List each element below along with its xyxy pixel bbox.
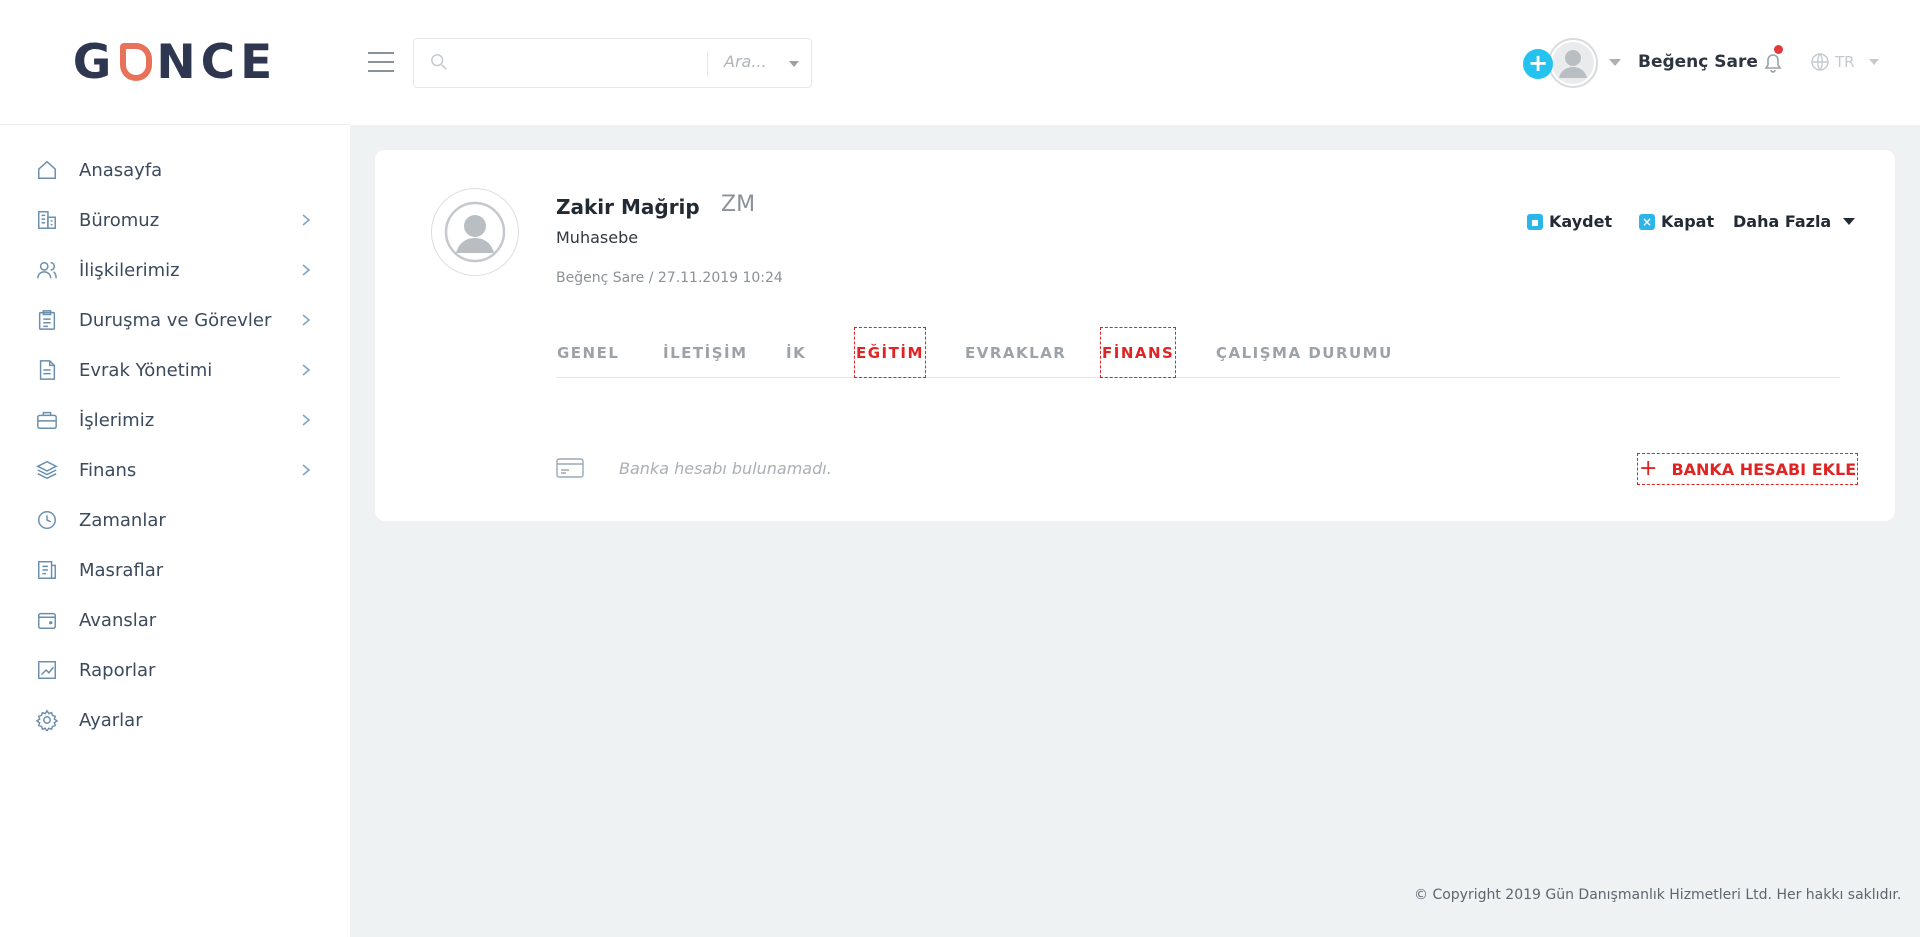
save-label: Kaydet xyxy=(1549,212,1613,231)
tab-ik[interactable]: İK xyxy=(785,327,807,378)
receipt-icon xyxy=(36,559,58,581)
tab-genel[interactable]: GENEL xyxy=(556,327,620,378)
sidebar-item-label: Evrak Yönetimi xyxy=(79,359,213,381)
bell-icon[interactable] xyxy=(1762,50,1784,74)
search-input[interactable] xyxy=(458,49,688,77)
sidebar-item-masraflar[interactable]: Masraflar xyxy=(0,545,350,595)
quick-add-button[interactable]: + xyxy=(1523,49,1553,79)
sidebar-item-label: Anasayfa xyxy=(79,159,163,181)
briefcase-icon xyxy=(36,409,58,431)
sidebar-item-label: Duruşma ve Görevler xyxy=(79,309,272,331)
logo-area: G NCE xyxy=(0,0,350,125)
credit-card-icon xyxy=(556,458,584,478)
caret-down-icon xyxy=(1843,218,1856,225)
tab-calisma-durumu[interactable]: ÇALIŞMA DURUMU xyxy=(1215,327,1394,378)
tab-egitim[interactable]: EĞİTİM xyxy=(854,327,926,378)
sidebar-item-label: Masraflar xyxy=(79,559,164,581)
logo-mark-icon xyxy=(120,43,153,81)
chevron-right-icon xyxy=(300,312,312,326)
profile-card: Zakir Mağrip ZM Muhasebe Beğenç Sare / 2… xyxy=(375,150,1895,521)
language-code: TR xyxy=(1835,53,1855,71)
search-scope-select[interactable]: Ara... xyxy=(724,52,767,71)
notification-badge xyxy=(1774,45,1783,54)
sidebar-item-label: Büromuz xyxy=(79,209,160,231)
sidebar-item-avanslar[interactable]: Avanslar xyxy=(0,595,350,645)
chevron-right-icon xyxy=(300,412,312,426)
profile-name: Zakir Mağrip xyxy=(556,195,700,219)
logo-text-left: G xyxy=(72,34,117,90)
clock-icon xyxy=(36,509,58,531)
plus-icon: + xyxy=(1639,456,1658,481)
logo[interactable]: G NCE xyxy=(73,35,278,90)
profile-department: Muhasebe xyxy=(556,228,639,247)
add-bank-account-button[interactable]: + BANKA HESABI EKLE xyxy=(1637,453,1859,485)
sidebar-item-label: Finans xyxy=(79,459,137,481)
sidebar-item-anasayfa[interactable]: Anasayfa xyxy=(0,145,350,195)
gear-icon xyxy=(36,709,58,731)
sidebar-item-label: Zamanlar xyxy=(79,509,166,531)
sidebar-nav: Anasayfa Büromuz İlişkilerimiz Duruşma v… xyxy=(0,125,350,745)
language-selector[interactable]: TR xyxy=(1810,52,1879,72)
tab-evraklar[interactable]: EVRAKLAR xyxy=(964,327,1067,378)
save-icon: ▪ xyxy=(1527,213,1543,230)
tab-iletisim[interactable]: İLETİŞİM xyxy=(662,327,749,378)
chevron-right-icon xyxy=(300,262,312,276)
sidebar-item-evrak[interactable]: Evrak Yönetimi xyxy=(0,345,350,395)
globe-icon xyxy=(1811,53,1829,71)
chart-icon xyxy=(36,659,58,681)
sidebar-item-zamanlar[interactable]: Zamanlar xyxy=(0,495,350,545)
sidebar-item-durusma[interactable]: Duruşma ve Görevler xyxy=(0,295,350,345)
close-button[interactable]: × Kapat xyxy=(1639,212,1714,231)
logo-text-right: NCE xyxy=(156,34,278,90)
sidebar-item-label: İşlerimiz xyxy=(79,409,155,431)
users-icon xyxy=(36,259,58,281)
coins-icon xyxy=(36,459,58,481)
save-button[interactable]: ▪ Kaydet xyxy=(1527,212,1612,231)
profile-avatar[interactable] xyxy=(431,188,519,276)
document-icon xyxy=(36,359,58,381)
sidebar-item-finans[interactable]: Finans xyxy=(0,445,350,495)
sidebar-item-buromuz[interactable]: Büromuz xyxy=(0,195,350,245)
top-header: Ara... + Beğenç Sare TR xyxy=(350,0,1920,125)
search-divider xyxy=(707,51,708,77)
chevron-right-icon xyxy=(300,212,312,226)
profile-meta: Beğenç Sare / 27.11.2019 10:24 xyxy=(556,270,783,286)
search-box: Ara... xyxy=(413,38,812,88)
tabs-divider xyxy=(556,377,1840,378)
caret-down-icon[interactable] xyxy=(789,61,799,67)
more-label: Daha Fazla xyxy=(1733,212,1832,231)
close-icon: × xyxy=(1639,213,1655,230)
sidebar-item-raporlar[interactable]: Raporlar xyxy=(0,645,350,695)
sidebar-item-iliskilerimiz[interactable]: İlişkilerimiz xyxy=(0,245,350,295)
user-name[interactable]: Beğenç Sare xyxy=(1638,52,1758,72)
building-icon xyxy=(36,209,58,231)
close-label: Kapat xyxy=(1661,212,1715,231)
menu-toggle-icon[interactable] xyxy=(368,52,394,72)
sidebar-item-label: İlişkilerimiz xyxy=(79,259,180,281)
sidebar-item-ayarlar[interactable]: Ayarlar xyxy=(0,695,350,745)
profile-initials: ZM xyxy=(721,192,756,217)
user-avatar[interactable] xyxy=(1548,38,1598,88)
user-menu-caret-icon[interactable] xyxy=(1609,59,1621,66)
sidebar: G NCE Anasayfa Büromuz İlişkilerimiz Dur… xyxy=(0,0,350,937)
caret-down-icon xyxy=(1868,59,1879,65)
home-icon xyxy=(36,159,58,181)
more-dropdown[interactable]: Daha Fazla xyxy=(1733,212,1856,231)
footer-copyright: © Copyright 2019 Gün Danışmanlık Hizmetl… xyxy=(1414,887,1902,903)
sidebar-item-label: Avanslar xyxy=(79,609,157,631)
chevron-right-icon xyxy=(300,462,312,476)
search-icon xyxy=(430,53,448,71)
tab-finans[interactable]: FİNANS xyxy=(1100,327,1177,378)
wallet-icon xyxy=(36,609,58,631)
sidebar-item-label: Ayarlar xyxy=(79,709,143,731)
chevron-right-icon xyxy=(300,362,312,376)
sidebar-item-islerimiz[interactable]: İşlerimiz xyxy=(0,395,350,445)
clipboard-icon xyxy=(36,309,58,331)
add-bank-account-label: BANKA HESABI EKLE xyxy=(1671,459,1857,479)
sidebar-item-label: Raporlar xyxy=(79,659,156,681)
empty-state-message: Banka hesabı bulunamadı. xyxy=(619,459,832,478)
